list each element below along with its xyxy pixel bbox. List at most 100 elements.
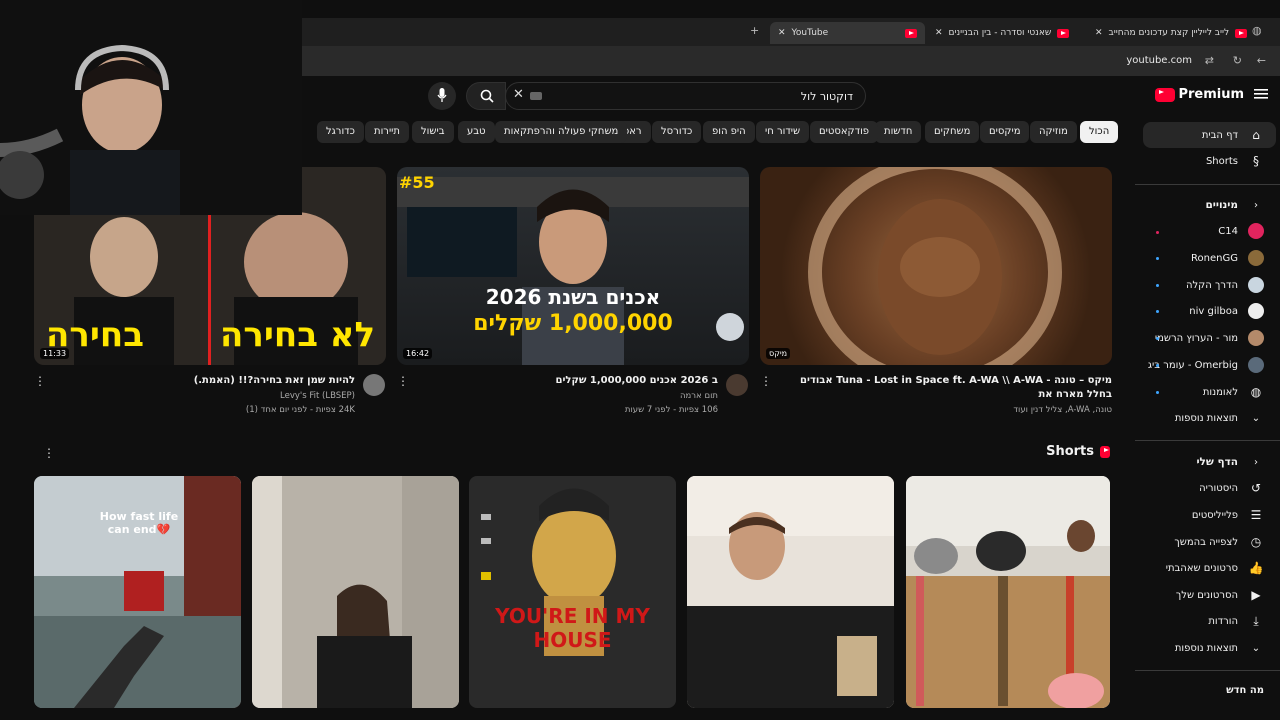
thumbnail-text-line2: 1,000,000 שקלים	[473, 311, 673, 336]
sidebar-sub[interactable]: מור - הערוץ הרשמי	[1144, 326, 1264, 350]
chip[interactable]: תיירות	[365, 121, 409, 143]
short-thumbnail[interactable]	[252, 476, 459, 708]
sidebar-sub[interactable]: לאומנות ◍	[1144, 380, 1264, 404]
browser-tab-active[interactable]: ✕ YouTube	[770, 22, 925, 44]
sidebar-sub[interactable]: niv gilboa	[1144, 299, 1264, 323]
video-thumbnail[interactable]: מיקס	[760, 167, 1112, 365]
chip[interactable]: בישול	[412, 121, 454, 143]
video-title[interactable]: מיקס – טונה - Tuna - Lost in Space ft. A…	[776, 374, 1112, 402]
sidebar-sub-c14[interactable]: C14	[1144, 219, 1264, 243]
chevron-down-icon: ⌄	[1251, 642, 1261, 654]
short-scene	[481, 488, 616, 656]
back-arrow-icon[interactable]: ←	[1257, 54, 1266, 67]
video-menu-icon[interactable]: ⋮	[760, 375, 772, 387]
chip[interactable]: כדורסל	[652, 121, 702, 143]
sidebar-sub[interactable]: הדרך הקלה	[1144, 273, 1264, 297]
video-thumbnail[interactable]: #55 אכנים בשנת 2026 1,000,000 שקלים 16:4…	[397, 167, 749, 365]
chip[interactable]: כדורגל	[317, 121, 364, 143]
whats-new-title: מה חדש	[1226, 684, 1264, 696]
channel-avatar[interactable]	[726, 374, 748, 396]
sidebar-item-home[interactable]: דף הבית ⌂	[1144, 123, 1264, 147]
sidebar-item-playlists[interactable]: פלייליסטים ☰	[1144, 503, 1264, 527]
video-title[interactable]: ב 2026 אכנים 1,000,000 שקלים	[412, 374, 719, 388]
whats-new-header[interactable]: מה חדש	[1144, 678, 1264, 702]
show-more-subscriptions[interactable]: תוצאות נוספות ⌄	[1144, 406, 1264, 430]
sidebar-item-label: סרטונים שאהבתי	[1165, 562, 1238, 574]
channel-name: מור - הערוץ הרשמי	[1154, 332, 1238, 344]
reload-icon[interactable]: ↻	[1233, 54, 1242, 67]
globe-icon[interactable]: ◍	[1252, 24, 1262, 37]
chip-all[interactable]: הכול	[1080, 121, 1119, 143]
sidebar-item-history[interactable]: היסטוריה ↺	[1144, 476, 1264, 500]
sidebar-item-watch-later[interactable]: לצפייה בהמשך ◷	[1144, 530, 1264, 554]
browser-tab-2[interactable]: שאנטי וסדרה - בין הבניינים ✕	[935, 22, 1070, 44]
video-menu-icon[interactable]: ⋮	[34, 375, 46, 387]
short-caption: How fast life can end💔	[99, 510, 179, 536]
keyboard-icon[interactable]	[530, 92, 542, 100]
url-text[interactable]: youtube.com	[1126, 55, 1192, 66]
menu-icon[interactable]	[1254, 88, 1268, 100]
video-channel[interactable]: תום ארמה	[412, 390, 718, 403]
sidebar-item-label: לצפייה בהמשך	[1174, 536, 1238, 548]
shorts-icon: §	[1253, 154, 1259, 168]
close-tab-icon[interactable]: ✕	[935, 28, 943, 38]
short-caption: YOU'RE IN MY HOUSE	[495, 604, 650, 652]
search-query[interactable]: דוקטור לול	[801, 90, 853, 103]
you-title: הדף שלי	[1196, 456, 1238, 468]
short-thumbnail[interactable]: How fast life can end💔	[34, 476, 241, 708]
new-tab-icon[interactable]: +	[750, 24, 759, 37]
sidebar-item-shorts[interactable]: Shorts §	[1144, 149, 1264, 173]
youtube-logo[interactable]: Premium	[1155, 87, 1244, 102]
sidebar-sub[interactable]: RonenGG	[1144, 246, 1264, 270]
sidebar-item-label: פלייליסטים	[1191, 509, 1238, 521]
short-thumbnail[interactable]	[687, 476, 894, 708]
chip[interactable]: מוזיקה	[1030, 121, 1077, 143]
short-thumbnail[interactable]: YOU'RE IN MY HOUSE	[469, 476, 676, 708]
close-tab-icon[interactable]: ✕	[778, 28, 786, 38]
clear-search-icon[interactable]: ✕	[513, 87, 524, 102]
shorts-menu-icon[interactable]: ⋮	[43, 447, 55, 459]
video-channel[interactable]: טונה, A-WA, צליל דנין ועוד	[776, 404, 1112, 417]
new-content-dot	[1156, 310, 1159, 313]
you-header[interactable]: הדף שלי ›	[1144, 450, 1264, 474]
brand-label: Premium	[1178, 87, 1244, 102]
close-tab-icon[interactable]: ✕	[1095, 28, 1103, 38]
channel-avatar[interactable]	[363, 374, 385, 396]
browser-tab-3[interactable]: לייב לייליין קצת עדכונים מהחייב ✕	[1095, 22, 1248, 44]
voice-search-button[interactable]	[428, 82, 456, 110]
channel-avatar	[1248, 303, 1264, 319]
chip[interactable]: משחקי פעולה והרפתקאות	[495, 121, 628, 143]
short-scene	[906, 476, 1110, 708]
search-button[interactable]	[466, 82, 506, 110]
chip[interactable]: פודקאסטים	[810, 121, 879, 143]
show-more-you[interactable]: תוצאות נוספות ⌄	[1144, 636, 1264, 660]
chip[interactable]: טבע	[458, 121, 495, 143]
video-menu-icon[interactable]: ⋮	[397, 375, 409, 387]
channel-name: Omerbig - עומר ביג	[1147, 359, 1238, 371]
video-duration: 11:33	[40, 348, 70, 359]
sidebar-item-downloads[interactable]: הורדות ⤓	[1144, 609, 1264, 633]
chip[interactable]: חדשות	[875, 121, 922, 143]
channel-name: RonenGG	[1191, 252, 1238, 264]
browser-tab-title: YouTube	[791, 28, 829, 38]
youtube-favicon-icon	[1057, 28, 1070, 38]
video-channel[interactable]: Levy's Fit (LBSEP)	[50, 390, 355, 403]
chip[interactable]: משחקים	[925, 121, 980, 143]
sidebar-item-liked[interactable]: סרטונים שאהבתי 👍	[1144, 556, 1264, 580]
short-thumbnail[interactable]	[906, 476, 1110, 708]
globe-icon: ◍	[1250, 385, 1262, 399]
chip[interactable]: היפ הופ	[703, 121, 755, 143]
channel-avatar	[1248, 250, 1264, 266]
channel-avatar	[1248, 277, 1264, 293]
mix-badge: מיקס	[766, 348, 791, 359]
search-input[interactable]: דוקטור לול	[505, 82, 866, 110]
chip[interactable]: שידור חי	[756, 121, 810, 143]
site-settings-icon[interactable]: ⇄	[1205, 54, 1214, 67]
sidebar-sub[interactable]: Omerbig - עומר ביג	[1144, 353, 1264, 377]
chevron-right-icon: ›	[1254, 456, 1258, 468]
subscriptions-header[interactable]: מינויים ›	[1144, 193, 1264, 217]
chip[interactable]: מיקסים	[980, 121, 1030, 143]
sidebar-item-your-videos[interactable]: הסרטונים שלך ▶	[1144, 583, 1264, 607]
short-scene	[687, 476, 894, 708]
video-title[interactable]: להיות שמן זאת בחירה?!! (האמת.)	[50, 374, 355, 388]
